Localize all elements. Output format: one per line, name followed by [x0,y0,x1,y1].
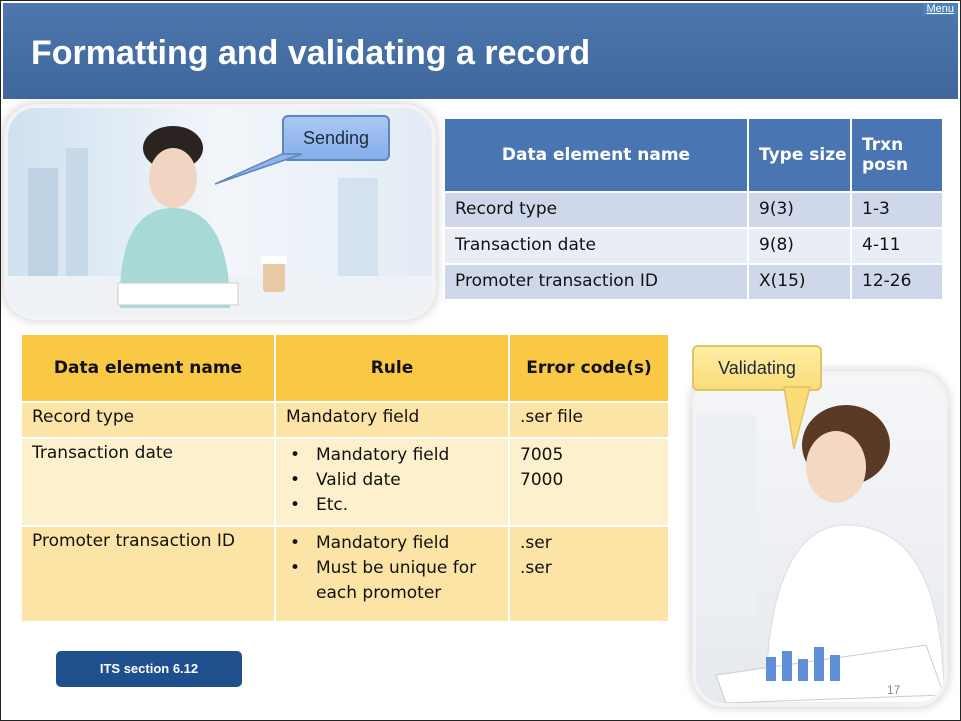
format-header-type: Type size [747,117,852,193]
validation-row: Transaction date Mandatory field Valid d… [20,437,670,527]
validation-header-codes: Error code(s) [508,333,670,403]
validating-photo [696,375,944,703]
its-section-button[interactable]: ITS section 6.12 [56,651,242,687]
validation-cell-codes: 7005 7000 [508,437,670,527]
format-table-header: Data element name Type size Trxn posn [443,117,944,193]
format-cell-name: Record type [443,191,749,229]
validation-cell-codes: .ser .ser [508,525,670,623]
sending-callout-tail [214,153,303,185]
validation-row: Promoter transaction ID Mandatory field … [20,525,670,623]
format-cell-posn: 12-26 [850,263,944,301]
format-cell-name: Promoter transaction ID [443,263,749,301]
title-bar: Formatting and validating a record [3,3,958,99]
rule-item: Mandatory field [286,443,498,468]
format-header-name: Data element name [443,117,749,193]
rule-item: Etc. [286,493,498,518]
format-cell-posn: 1-3 [850,191,944,229]
validating-callout-tail [783,386,811,450]
validation-row: Record type Mandatory field .ser file [20,401,670,439]
validation-table-header: Data element name Rule Error code(s) [20,333,670,403]
validation-header-name: Data element name [20,333,276,403]
validation-cell-rules: Mandatory field Valid date Etc. [274,437,510,527]
validation-rules-table: Data element name Rule Error code(s) Rec… [20,333,670,623]
page-number: 17 [887,683,901,697]
error-code: 7005 [520,445,564,465]
format-header-posn: Trxn posn [850,117,944,193]
validation-cell-rule: Mandatory field [274,401,510,439]
validation-cell-name: Promoter transaction ID [20,525,276,623]
rule-item: Mandatory field [286,531,498,556]
format-row: Record type 9(3) 1-3 [443,191,944,229]
slide-title: Formatting and validating a record [31,34,591,72]
validation-cell-name: Record type [20,401,276,439]
format-cell-type: 9(3) [747,191,852,229]
error-code: .ser [520,533,552,553]
validation-cell-rules: Mandatory field Must be unique for each … [274,525,510,623]
validation-cell-codes: .ser file [508,401,670,439]
validation-header-rule: Rule [274,333,510,403]
validation-cell-name: Transaction date [20,437,276,527]
validating-label: Validating [718,358,796,378]
format-cell-posn: 4-11 [850,227,944,265]
error-code: 7000 [520,470,564,490]
rule-item: Must be unique for each promoter [286,556,498,606]
sending-label: Sending [302,128,370,148]
format-cell-type: 9(8) [747,227,852,265]
format-cell-type: X(15) [747,263,852,301]
format-cell-name: Transaction date [443,227,749,265]
format-row: Promoter transaction ID X(15) 12-26 [443,263,944,301]
record-format-table: Data element name Type size Trxn posn Re… [443,117,944,301]
format-row: Transaction date 9(8) 4-11 [443,227,944,265]
rule-item: Valid date [286,468,498,493]
error-code: .ser [520,558,552,578]
menu-link[interactable]: Menu [923,3,957,15]
